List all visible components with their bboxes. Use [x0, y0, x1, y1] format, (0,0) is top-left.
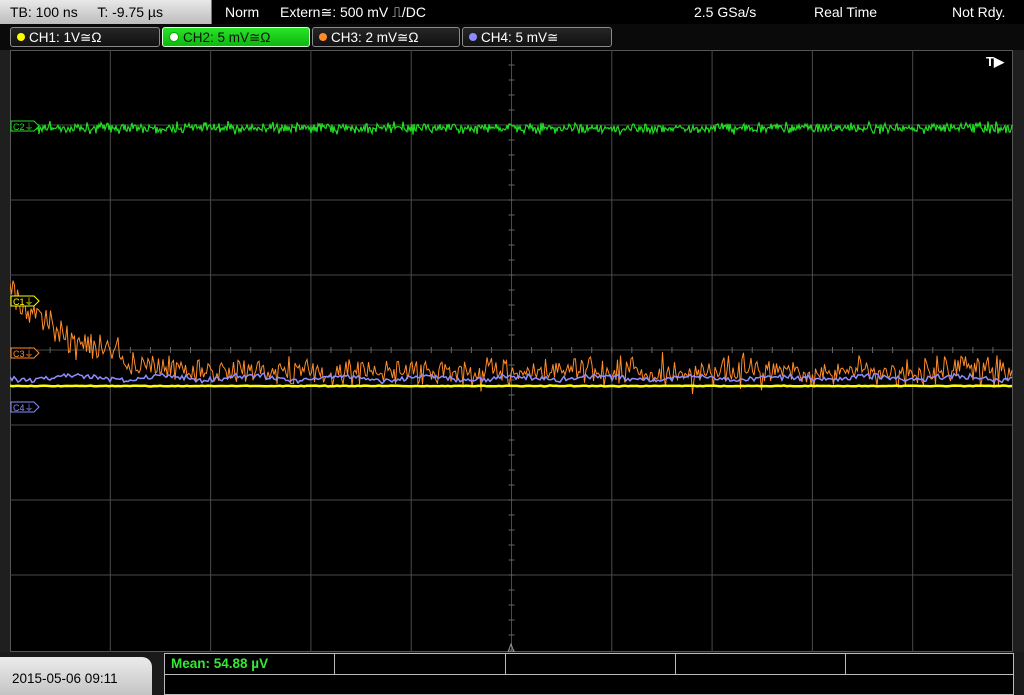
acquisition-mode[interactable]: Real Time	[814, 0, 877, 24]
channel-4-marker-label: C4⏚	[13, 403, 34, 413]
measurement-cell-1[interactable]: Mean: 54.88 µV	[165, 654, 335, 674]
channel-3-marker-label: C3⏚	[13, 349, 34, 359]
channel-1-label: CH1: 1V≅Ω	[29, 30, 102, 45]
channel-1-color-icon	[17, 33, 25, 42]
measurement-cell-2[interactable]	[335, 654, 506, 674]
channel-bar: CH1: 1V≅Ω CH2: 5 mV≅Ω CH3: 2 mV≅Ω CH4: 5…	[0, 24, 1024, 50]
status-bar: TB: 100 ns T: -9.75 µs Norm Extern≅: 500…	[0, 0, 1024, 24]
channel-1-marker-label: C1⏚	[13, 297, 34, 307]
channel-3-button[interactable]: CH3: 2 mV≅Ω	[312, 27, 460, 47]
waveform-canvas[interactable]: C2⏚ C1⏚ C3⏚ C4⏚ T▶	[10, 50, 1013, 652]
channel-2-marker-label: C2⏚	[13, 122, 34, 132]
trigger-time-label: T: -9.75 µs	[97, 4, 163, 20]
trigger-state: Not Rdy.	[952, 4, 1006, 20]
datetime-box: 2015-05-06 09:11	[0, 657, 152, 695]
channel-4-color-icon	[469, 33, 477, 42]
measurement-cell-4[interactable]	[676, 654, 846, 674]
channel-2-ground-marker[interactable]: C2⏚	[10, 120, 40, 132]
channel-3-ground-marker[interactable]: C3⏚	[10, 347, 40, 359]
sample-rate[interactable]: 2.5 GSa/s	[694, 0, 756, 24]
mean-measurement: Mean: 54.88 µV	[171, 656, 269, 671]
channel-1-ground-marker[interactable]: C1⏚	[10, 295, 40, 307]
trigger-mode[interactable]: Norm	[225, 0, 259, 24]
trigger-position-icon[interactable]: T▶	[986, 54, 1005, 69]
graticule	[10, 50, 1013, 652]
timebase-label: TB: 100 ns	[10, 4, 78, 20]
channel-4-ground-marker[interactable]: C4⏚	[10, 401, 40, 413]
channel-3-color-icon	[319, 33, 327, 42]
channel-2-color-icon	[169, 32, 179, 43]
channel-1-button[interactable]: CH1: 1V≅Ω	[10, 27, 160, 47]
trigger-source[interactable]: Extern≅: 500 mV ⎍/DC	[280, 0, 426, 24]
channel-3-label: CH3: 2 mV≅Ω	[331, 30, 419, 45]
datetime-label: 2015-05-06 09:11	[12, 671, 118, 686]
channel-2-label: CH2: 5 mV≅Ω	[183, 30, 271, 45]
measurement-divider	[165, 674, 1013, 675]
channel-4-button[interactable]: CH4: 5 mV≅	[462, 27, 612, 47]
channel-2-button[interactable]: CH2: 5 mV≅Ω	[162, 27, 310, 47]
measurement-panel[interactable]: Mean: 54.88 µV	[164, 653, 1014, 695]
channel-4-label: CH4: 5 mV≅	[481, 30, 559, 45]
timebase-box[interactable]: TB: 100 ns T: -9.75 µs	[0, 0, 212, 24]
measurement-cell-3[interactable]	[506, 654, 676, 674]
channel-1-trace	[10, 384, 1013, 388]
